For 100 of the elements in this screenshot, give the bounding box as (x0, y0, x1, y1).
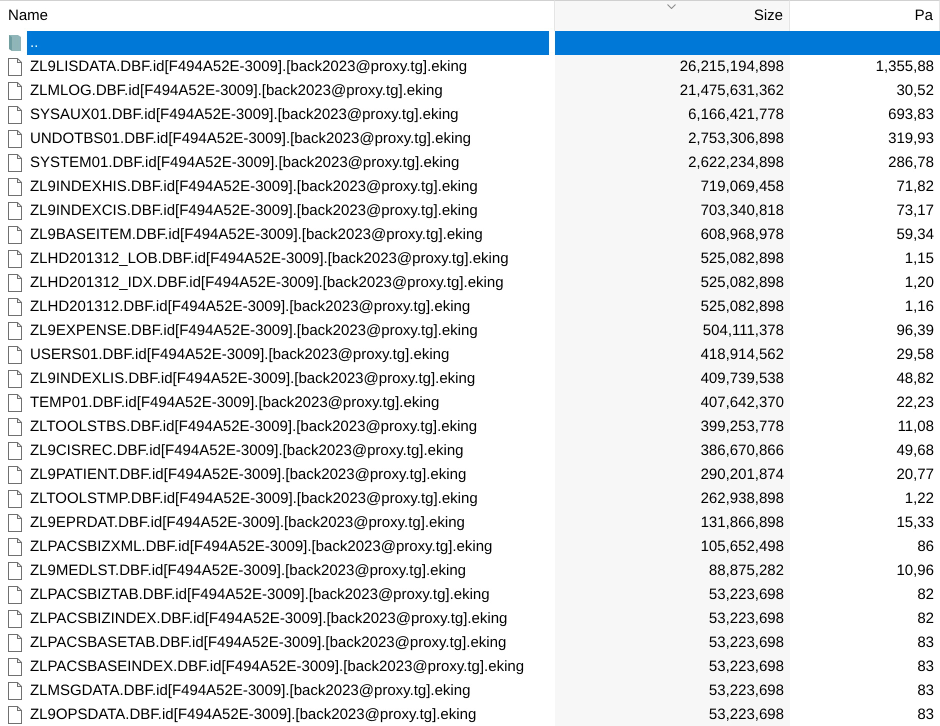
file-icon (8, 418, 22, 436)
file-size: 2,753,306,898 (688, 128, 784, 149)
packed-size: 1,355,88 (876, 56, 934, 77)
file-size: 53,223,698 (708, 704, 784, 725)
file-icon (8, 298, 22, 316)
file-size: 418,914,562 (700, 344, 784, 365)
packed-size: 59,34 (896, 224, 934, 245)
file-size: 608,968,978 (700, 224, 784, 245)
sort-caret-icon (667, 4, 676, 9)
file-name[interactable]: ZL9EXPENSE.DBF.id[F494A52E-3009].[back2023@proxy.tg].eking (27, 319, 549, 343)
file-size: 6,166,421,778 (688, 104, 784, 125)
file-icon (8, 658, 22, 676)
file-size: 719,069,458 (700, 176, 784, 197)
file-size: 409,739,538 (700, 368, 784, 389)
file-size: 504,111,378 (702, 320, 784, 341)
file-size: 525,082,898 (700, 272, 784, 293)
file-icon (8, 82, 22, 100)
packed-size: 82 (917, 608, 934, 629)
column-header[interactable]: Size (555, 0, 790, 31)
file-size: 703,340,818 (700, 200, 784, 221)
file-icon (8, 202, 22, 220)
packed-size: 20,77 (896, 464, 934, 485)
file-icon (8, 226, 22, 244)
file-name[interactable]: ZL9EPRDAT.DBF.id[F494A52E-3009].[back2023@proxy.tg].eking (27, 511, 549, 535)
file-name[interactable]: ZLPACSBIZTAB.DBF.id[F494A52E-3009].[back2023@proxy.tg].eking (27, 583, 549, 607)
packed-size: 71,82 (896, 176, 934, 197)
file-size: 53,223,698 (708, 656, 784, 677)
file-name[interactable]: ZLPACSBASEINDEX.DBF.id[F494A52E-3009].[back2023@proxy.tg].eking (27, 655, 549, 679)
file-icon (8, 274, 22, 292)
file-name[interactable]: ZLTOOLSTBS.DBF.id[F494A52E-3009].[back2023@proxy.tg].eking (27, 415, 549, 439)
file-name[interactable]: ZLTOOLSTMP.DBF.id[F494A52E-3009].[back2023@proxy.tg].eking (27, 487, 549, 511)
file-size: 105,652,498 (700, 536, 784, 557)
packed-size: 1,22 (904, 488, 934, 509)
packed-size: 82 (917, 584, 934, 605)
file-icon (8, 514, 22, 532)
file-name[interactable]: TEMP01.DBF.id[F494A52E-3009].[back2023@proxy.tg].eking (27, 391, 549, 415)
packed-size: 83 (917, 656, 934, 677)
file-name[interactable]: ZL9OPSDATA.DBF.id[F494A52E-3009].[back2023@proxy.tg].eking (27, 703, 549, 726)
file-name[interactable]: ZLPACSBIZINDEX.DBF.id[F494A52E-3009].[back2023@proxy.tg].eking (27, 607, 549, 631)
file-name[interactable]: ZLPACSBASETAB.DBF.id[F494A52E-3009].[back2023@proxy.tg].eking (27, 631, 549, 655)
file-name[interactable]: ZL9INDEXCIS.DBF.id[F494A52E-3009].[back2023@proxy.tg].eking (27, 199, 549, 223)
file-icon (8, 178, 22, 196)
file-name[interactable]: ZLPACSBIZXML.DBF.id[F494A52E-3009].[back2023@proxy.tg].eking (27, 535, 549, 559)
packed-size: 1,15 (904, 248, 934, 269)
file-name[interactable]: ZLHD201312_LOB.DBF.id[F494A52E-3009].[back2023@proxy.tg].eking (27, 247, 549, 271)
file-icon (8, 58, 22, 76)
file-size: 53,223,698 (708, 608, 784, 629)
file-icon (8, 370, 22, 388)
file-name[interactable]: SYSTEM01.DBF.id[F494A52E-3009].[back2023@proxy.tg].eking (27, 151, 549, 175)
packed-size: 693,83 (888, 104, 934, 125)
file-icon (8, 538, 22, 556)
file-size: 525,082,898 (700, 248, 784, 269)
file-name[interactable]: ZL9INDEXLIS.DBF.id[F494A52E-3009].[back2023@proxy.tg].eking (27, 367, 549, 391)
file-size: 290,201,874 (700, 464, 784, 485)
file-icon (8, 442, 22, 460)
packed-size: 319,93 (888, 128, 934, 149)
file-icon (8, 250, 22, 268)
file-name[interactable]: UNDOTBS01.DBF.id[F494A52E-3009].[back2023@proxy.tg].eking (27, 127, 549, 151)
packed-size: 1,20 (904, 272, 934, 293)
file-size: 525,082,898 (700, 296, 784, 317)
file-icon (8, 466, 22, 484)
file-size: 131,866,898 (700, 512, 784, 533)
file-name[interactable]: ZL9BASEITEM.DBF.id[F494A52E-3009].[back2023@proxy.tg].eking (27, 223, 549, 247)
file-icon (8, 706, 22, 724)
file-name[interactable]: USERS01.DBF.id[F494A52E-3009].[back2023@proxy.tg].eking (27, 343, 549, 367)
packed-size: 29,58 (896, 344, 934, 365)
packed-size: 15,33 (896, 512, 934, 533)
packed-size: 48,82 (896, 368, 934, 389)
file-name[interactable]: ZL9CISREC.DBF.id[F494A52E-3009].[back2023@proxy.tg].eking (27, 439, 549, 463)
file-size: 2,622,234,898 (688, 152, 784, 173)
file-icon (8, 394, 22, 412)
file-size: 53,223,698 (708, 680, 784, 701)
file-icon (8, 586, 22, 604)
file-icon (8, 682, 22, 700)
file-name[interactable]: ZLHD201312_IDX.DBF.id[F494A52E-3009].[back2023@proxy.tg].eking (27, 271, 549, 295)
file-name[interactable]: .. (27, 31, 549, 55)
file-icon (8, 106, 22, 124)
file-size: 53,223,698 (708, 584, 784, 605)
file-name[interactable]: ZL9MEDLST.DBF.id[F494A52E-3009].[back2023@proxy.tg].eking (27, 559, 549, 583)
packed-size: 11,08 (898, 416, 934, 437)
file-name[interactable]: ZLMSGDATA.DBF.id[F494A52E-3009].[back2023@proxy.tg].eking (27, 679, 549, 703)
file-name[interactable]: ZL9INDEXHIS.DBF.id[F494A52E-3009].[back2023@proxy.tg].eking (27, 175, 549, 199)
packed-size: 83 (917, 704, 934, 725)
file-name[interactable]: ZLMLOG.DBF.id[F494A52E-3009].[back2023@proxy.tg].eking (27, 79, 549, 103)
file-icon (8, 490, 22, 508)
file-icon (8, 130, 22, 148)
file-icon (8, 154, 22, 172)
file-name[interactable]: ZLHD201312.DBF.id[F494A52E-3009].[back2023@proxy.tg].eking (27, 295, 549, 319)
file-name[interactable]: ZL9PATIENT.DBF.id[F494A52E-3009].[back2023@proxy.tg].eking (27, 463, 549, 487)
file-size: 262,938,898 (700, 488, 784, 509)
packed-size: 1,16 (904, 296, 934, 317)
packed-size: 22,23 (896, 392, 934, 413)
file-name[interactable]: ZL9LISDATA.DBF.id[F494A52E-3009].[back2023@proxy.tg].eking (27, 55, 549, 79)
file-size: 399,253,778 (700, 416, 784, 437)
packed-size: 286,78 (888, 152, 934, 173)
file-icon (8, 346, 22, 364)
file-name[interactable]: SYSAUX01.DBF.id[F494A52E-3009].[back2023@proxy.tg].eking (27, 103, 549, 127)
file-size: 21,475,631,362 (680, 80, 784, 101)
folder-up-icon (8, 34, 22, 52)
file-size: 386,670,866 (700, 440, 784, 461)
